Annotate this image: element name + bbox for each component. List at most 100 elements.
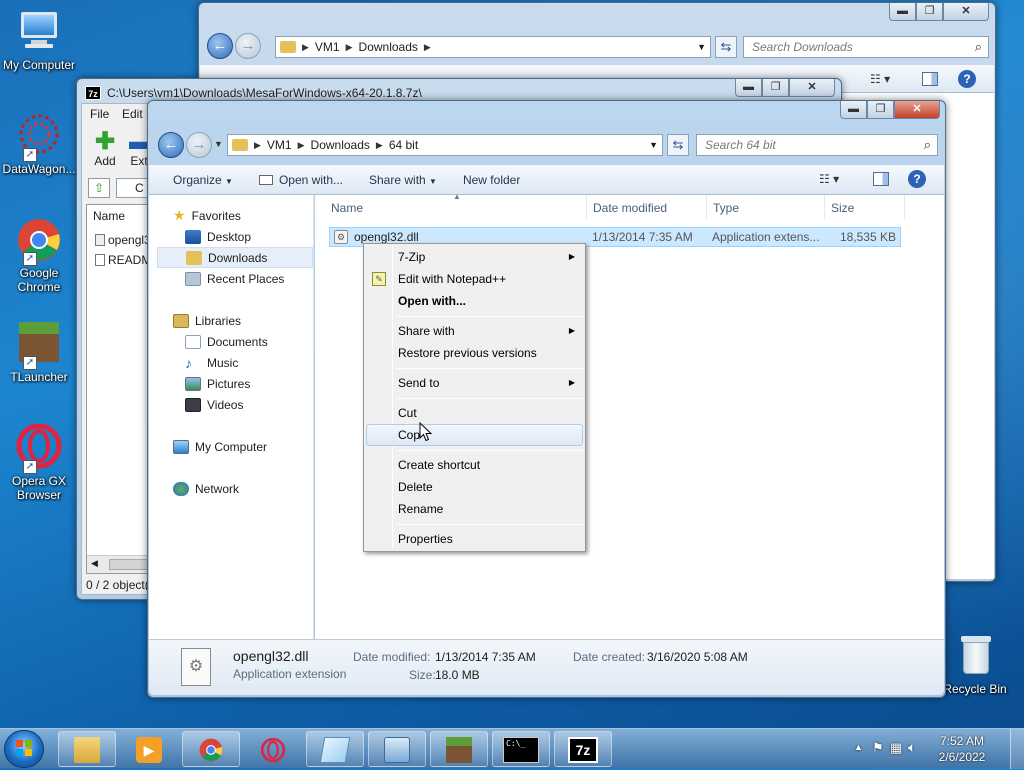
chevron-down-icon[interactable]: ▼ (697, 42, 706, 52)
taskbar-command-prompt[interactable]: C:\_ (492, 731, 550, 767)
address-bar[interactable]: ▶ VM1 ▶ Downloads ▶ 64 bit ▼ (227, 134, 663, 156)
menu-item-open-with[interactable]: Open with... (366, 290, 583, 312)
nav-downloads[interactable]: Downloads (157, 247, 313, 268)
column-name[interactable]: Name (93, 209, 125, 223)
details-date-modified: 1/13/2014 7:35 AM (435, 650, 536, 664)
search-input[interactable]: Search 64 bit ⌕ (696, 134, 938, 156)
desktop-icon-tlauncher[interactable]: ➚ TLauncher (0, 320, 78, 384)
view-icon[interactable]: ☷ ▾ (819, 172, 839, 186)
breadcrumb-downloads[interactable]: Downloads (353, 40, 424, 54)
desktop-icon-opera-gx[interactable]: ➚ Opera GX Browser (0, 423, 78, 502)
taskbar-notepad[interactable] (306, 731, 364, 767)
add-button[interactable]: ✚ Add (88, 130, 122, 169)
maximize-button[interactable]: ❐ (916, 3, 943, 21)
open-with-button[interactable]: Open with... (245, 173, 355, 187)
column-header-date[interactable]: Date modified (587, 195, 707, 219)
minimize-button[interactable]: ▬ (735, 79, 762, 97)
address-bar[interactable]: ▶ VM1 ▶ Downloads ▶ ▼ (275, 36, 711, 58)
taskbar-explorer[interactable] (58, 731, 116, 767)
nav-desktop[interactable]: Desktop (185, 226, 251, 247)
forward-button[interactable]: → (235, 33, 261, 59)
forward-button[interactable]: → (186, 132, 212, 158)
nav-music[interactable]: ♪ Music (185, 352, 238, 373)
up-folder-button[interactable]: ⇧ (88, 178, 110, 198)
navigation-pane: ★ Favorites Desktop Downloads Recent Plac… (149, 195, 314, 639)
recent-pages-dropdown[interactable]: ▼ (214, 139, 223, 149)
nav-favorites[interactable]: ★ Favorites (173, 205, 241, 226)
refresh-button[interactable]: ⇆ (667, 134, 689, 156)
close-button[interactable]: ✕ (894, 101, 940, 119)
network-tray-icon[interactable]: ▦ (890, 740, 902, 756)
column-header-type[interactable]: Type (707, 195, 825, 219)
menu-separator (396, 450, 583, 451)
menu-edit[interactable]: Edit (122, 107, 143, 121)
show-hidden-icons-icon[interactable]: ▲ (854, 742, 863, 752)
taskbar-chrome[interactable] (182, 731, 240, 767)
maximize-button[interactable]: ❐ (762, 79, 789, 97)
share-with-button[interactable]: Share with ▼ (355, 173, 449, 187)
desktop-icon-google-chrome[interactable]: ➚ Google Chrome (0, 216, 78, 294)
close-button[interactable]: ✕ (943, 3, 989, 21)
start-button[interactable] (4, 730, 44, 768)
nav-pictures[interactable]: Pictures (185, 373, 250, 394)
view-icon[interactable]: ☷ ▾ (870, 72, 890, 86)
nav-my-computer[interactable]: My Computer (173, 436, 267, 457)
breadcrumb-vm1[interactable]: VM1 (261, 138, 298, 152)
scroll-left-icon[interactable]: ◀ (91, 558, 98, 569)
desktop-icon-recycle-bin[interactable]: Recycle Bin (936, 632, 1014, 696)
menu-file[interactable]: File (90, 107, 109, 121)
menu-item-cut[interactable]: Cut (366, 402, 583, 424)
nav-recent-places[interactable]: Recent Places (185, 268, 284, 289)
list-item[interactable]: opengl3 (95, 233, 151, 247)
menu-item-7zip[interactable]: 7-Zip ▶ (366, 246, 583, 268)
menu-item-restore-previous-versions[interactable]: Restore previous versions (366, 342, 583, 364)
breadcrumb-downloads[interactable]: Downloads (305, 138, 376, 152)
list-item[interactable]: READM (95, 253, 151, 267)
chevron-down-icon[interactable]: ▼ (649, 140, 658, 150)
nav-label: Network (195, 481, 240, 496)
clock[interactable]: 7:52 AM 2/6/2022 (932, 733, 992, 765)
volume-icon[interactable]: 🔈︎ (908, 739, 916, 756)
desktop-icon-my-computer[interactable]: My Computer (0, 8, 78, 72)
menu-item-edit-with-notepad[interactable]: ✎ Edit with Notepad++ (366, 268, 583, 290)
show-desktop-button[interactable] (1010, 729, 1024, 769)
refresh-button[interactable]: ⇆ (715, 36, 737, 58)
action-center-icon[interactable]: ⚑ (872, 740, 884, 756)
nav-libraries[interactable]: Libraries (173, 310, 241, 331)
column-header-size[interactable]: Size (825, 195, 905, 219)
nav-network[interactable]: Network (173, 478, 239, 499)
back-button[interactable]: ← (207, 33, 233, 59)
maximize-button[interactable]: ❐ (867, 101, 894, 119)
help-icon[interactable]: ? (958, 69, 976, 88)
preview-pane-icon[interactable] (922, 71, 938, 86)
menu-item-delete[interactable]: Delete (366, 476, 583, 498)
preview-pane-icon[interactable] (873, 172, 889, 186)
menu-item-label: Properties (398, 532, 453, 546)
nav-videos[interactable]: Videos (185, 394, 243, 415)
new-folder-button[interactable]: New folder (449, 173, 532, 187)
menu-item-send-to[interactable]: Send to ▶ (366, 372, 583, 394)
close-button[interactable]: ✕ (789, 79, 835, 97)
menu-item-properties[interactable]: Properties (366, 528, 583, 550)
taskbar-tlauncher[interactable] (430, 731, 488, 767)
breadcrumb-64-bit[interactable]: 64 bit (383, 138, 424, 152)
breadcrumb-vm1[interactable]: VM1 (309, 40, 346, 54)
organize-button[interactable]: Organize ▼ (149, 173, 245, 187)
taskbar-media-player[interactable]: ▶ (120, 731, 178, 767)
help-icon[interactable]: ? (908, 170, 926, 188)
desktop-icon-datawagon[interactable]: ➚ DataWagon... (0, 112, 78, 176)
menu-item-copy[interactable]: Cop (366, 424, 583, 446)
taskbar-control-panel[interactable] (368, 731, 426, 767)
menu-item-create-shortcut[interactable]: Create shortcut (366, 454, 583, 476)
folder-icon (280, 41, 296, 53)
column-header-name[interactable]: Name (325, 195, 587, 219)
minimize-button[interactable]: ▬ (889, 3, 916, 21)
search-input[interactable]: Search Downloads ⌕ (743, 36, 989, 58)
menu-item-share-with[interactable]: Share with ▶ (366, 320, 583, 342)
taskbar-7zip[interactable]: 7z (554, 731, 612, 767)
minimize-button[interactable]: ▬ (840, 101, 867, 119)
nav-documents[interactable]: Documents (185, 331, 268, 352)
menu-item-rename[interactable]: Rename (366, 498, 583, 520)
back-button[interactable]: ← (158, 132, 184, 158)
taskbar-opera-gx[interactable] (244, 731, 302, 767)
